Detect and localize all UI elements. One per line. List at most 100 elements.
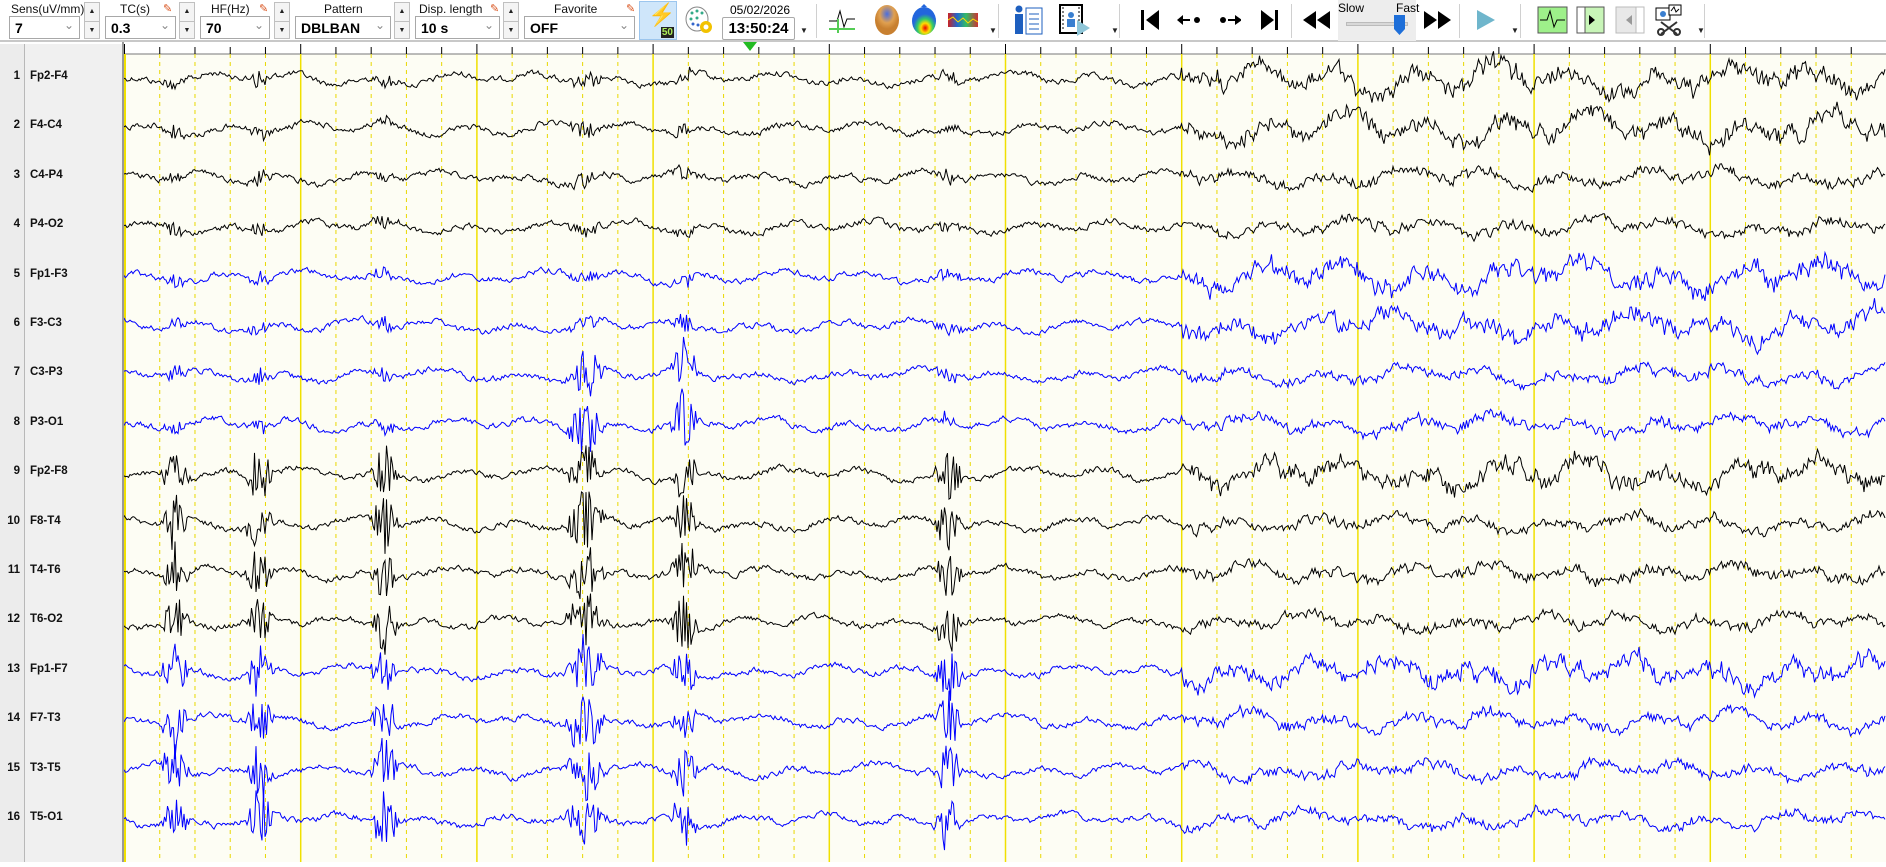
- spin-down-icon[interactable]: ▼: [275, 21, 289, 39]
- channel-number: 3: [13, 168, 20, 181]
- channel-row-label[interactable]: 6 F3-C3: [0, 317, 122, 337]
- go-to-start-button[interactable]: [1139, 6, 1160, 34]
- disp-length-value: 10 s: [421, 20, 449, 36]
- channel-row-label[interactable]: 4 P4-O2: [0, 218, 122, 238]
- more-arrow-icon[interactable]: ▼: [1111, 26, 1119, 35]
- tc-spinner[interactable]: ▲ ▼: [179, 2, 195, 39]
- channel-label: Fp2-F4: [30, 70, 68, 82]
- disp-length-label: Disp. length: [419, 2, 483, 16]
- spin-up-icon[interactable]: ▲: [85, 3, 99, 21]
- spin-down-icon[interactable]: ▼: [504, 21, 518, 39]
- channel-row-label[interactable]: 10 F8-T4: [0, 515, 122, 535]
- lightning-icon: ⚡: [648, 2, 676, 27]
- video-button[interactable]: [1059, 4, 1092, 36]
- spin-up-icon[interactable]: ▲: [180, 3, 194, 21]
- eeg-trace-p3-o1: [123, 388, 1886, 454]
- topography-button[interactable]: [908, 4, 939, 35]
- more-arrow-icon[interactable]: ▼: [989, 26, 997, 35]
- pattern-spinner[interactable]: ▲ ▼: [394, 2, 410, 39]
- channel-number: 11: [7, 564, 20, 576]
- pattern-dropdown[interactable]: DBLBAN ⌄: [295, 16, 391, 39]
- channel-row-label[interactable]: 2 F4-C4: [0, 119, 122, 139]
- channel-number: 12: [7, 613, 20, 626]
- channel-row-label[interactable]: 8 P3-O1: [0, 416, 122, 436]
- channel-label: Fp2-F8: [30, 465, 68, 478]
- gray-back-icon: [1615, 6, 1645, 34]
- spin-down-icon[interactable]: ▼: [85, 21, 99, 39]
- channel-number: 1: [13, 70, 20, 82]
- skip-end-icon: [1261, 10, 1278, 30]
- pencil-icon[interactable]: ✎: [163, 2, 172, 15]
- spin-down-icon[interactable]: ▼: [395, 21, 409, 39]
- video-cut-button[interactable]: [1655, 4, 1685, 36]
- channel-number: 4: [13, 218, 20, 231]
- rewind-button[interactable]: [1303, 6, 1330, 34]
- scissors-icon: [1655, 4, 1682, 36]
- spectrogram-button[interactable]: [948, 6, 978, 34]
- channel-row-label[interactable]: 3 C4-P4: [0, 169, 122, 189]
- spin-up-icon[interactable]: ▲: [275, 3, 289, 21]
- more-arrow-icon[interactable]: ▼: [1511, 26, 1519, 35]
- chevron-down-icon: ⌄: [374, 18, 385, 32]
- next-page-button[interactable]: [1220, 6, 1241, 34]
- eeg-trace-fp1-f3: [123, 250, 1886, 302]
- arrow-right-dot-icon: [1220, 15, 1241, 25]
- channel-row-label[interactable]: 5 Fp1-F3: [0, 268, 122, 288]
- channel-row-label[interactable]: 7 C3-P3: [0, 366, 122, 386]
- channel-label: T6-O2: [30, 613, 63, 626]
- play-button[interactable]: [1476, 6, 1496, 34]
- channel-row-label[interactable]: 16 T5-O1: [0, 811, 122, 831]
- fast-forward-button[interactable]: [1424, 6, 1451, 34]
- divider: [1291, 4, 1292, 38]
- disp-length-dropdown[interactable]: 10 s ⌄: [415, 16, 500, 39]
- channel-row-label[interactable]: 15 T3-T5: [0, 762, 122, 782]
- pencil-icon[interactable]: ✎: [259, 2, 268, 15]
- chevron-down-icon: ⌄: [483, 18, 494, 32]
- divider: [816, 4, 817, 38]
- spin-up-icon[interactable]: ▲: [504, 3, 518, 21]
- channel-row-label[interactable]: 13 Fp1-F7: [0, 663, 122, 683]
- head-map-button[interactable]: [871, 5, 902, 35]
- channel-number-column: [0, 44, 25, 862]
- hf-value: 70: [206, 20, 222, 36]
- channel-label: P4-O2: [30, 218, 64, 231]
- channel-row-label[interactable]: 12 T6-O2: [0, 613, 122, 633]
- montage-settings-button[interactable]: [683, 6, 715, 34]
- favorite-dropdown[interactable]: OFF ⌄: [524, 16, 635, 39]
- notch-filter-button[interactable]: ⚡ 50: [639, 1, 677, 40]
- spin-up-icon[interactable]: ▲: [395, 3, 409, 21]
- spin-down-icon[interactable]: ▼: [180, 21, 194, 39]
- pencil-icon[interactable]: ✎: [490, 2, 499, 15]
- eeg-trace-area[interactable]: [122, 42, 1886, 862]
- more-arrow-icon[interactable]: ▼: [800, 26, 808, 35]
- previous-page-button[interactable]: [1177, 6, 1202, 34]
- event-wave-button[interactable]: [1537, 6, 1568, 34]
- channel-number: 10: [7, 514, 20, 527]
- pencil-icon[interactable]: ✎: [626, 2, 635, 15]
- event-play-button[interactable]: [1576, 6, 1605, 34]
- hf-spinner[interactable]: ▲ ▼: [274, 2, 290, 39]
- disp-length-spinner[interactable]: ▲ ▼: [503, 2, 519, 39]
- waveform-view-button[interactable]: [827, 6, 857, 34]
- channel-label-column: 1 Fp2-F4 2 F4-C4 3 C4-P4 4 P4-O2 5 Fp1-F3 6 F3-C3 7 C…: [0, 44, 122, 862]
- sens-dropdown[interactable]: 7 ⌄: [9, 16, 80, 39]
- patient-info-button[interactable]: [1012, 5, 1044, 35]
- channel-number: 9: [13, 465, 20, 478]
- channel-row-label[interactable]: 11 T4-T6: [0, 564, 122, 584]
- go-to-end-button[interactable]: [1260, 6, 1279, 34]
- hf-dropdown[interactable]: 70 ⌄: [200, 16, 270, 39]
- slider-thumb[interactable]: [1393, 15, 1405, 35]
- pattern-label: Pattern: [324, 2, 363, 16]
- channel-row-label[interactable]: 14 F7-T3: [0, 712, 122, 732]
- tc-dropdown[interactable]: 0.3 ⌄: [105, 16, 176, 39]
- sens-spinner[interactable]: ▲ ▼: [84, 2, 100, 39]
- slow-label: Slow: [1338, 1, 1365, 15]
- divider: [1704, 4, 1705, 38]
- channel-row-label[interactable]: 1 Fp2-F4: [0, 70, 122, 90]
- channel-number: 13: [7, 662, 20, 675]
- channel-number: 15: [7, 761, 20, 774]
- speed-slider[interactable]: Slow Fast: [1338, 0, 1419, 41]
- time-display[interactable]: 13:50:24: [722, 17, 795, 40]
- eeg-traces[interactable]: [123, 42, 1886, 862]
- channel-row-label[interactable]: 9 Fp2-F8: [0, 465, 122, 485]
